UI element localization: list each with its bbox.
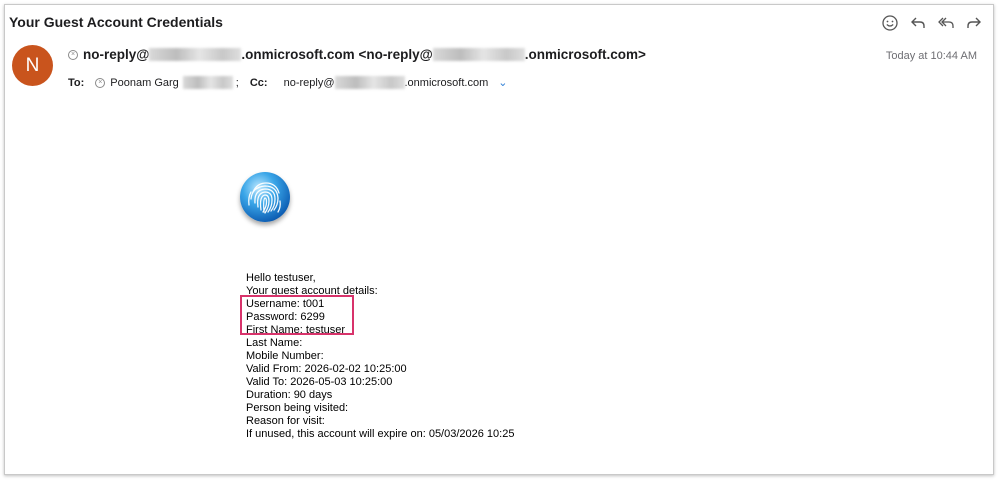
remove-sender-icon[interactable]: × [68, 49, 78, 60]
body-line: Hello testuser, [246, 272, 316, 284]
recipient-separator: ; [235, 76, 239, 89]
chevron-down-icon[interactable]: ⌄ [498, 76, 507, 89]
email-date: Today at 10:44 AM [885, 50, 977, 62]
forward-icon[interactable] [965, 14, 983, 32]
body-line: Person being visited: [246, 402, 349, 414]
cc-prefix[interactable]: no-reply@ [284, 77, 335, 89]
redacted-domain [432, 48, 525, 61]
credentials-highlight-box [240, 295, 354, 335]
cc-label: Cc: [249, 76, 268, 89]
sender-address-close: .onmicrosoft.com> [524, 47, 646, 62]
redacted-domain [334, 76, 405, 89]
reply-icon[interactable] [909, 14, 927, 32]
message-actions [881, 14, 983, 32]
redacted-domain [149, 48, 242, 61]
recipients-line: To: × Poonam Garg ; Cc: no-reply@ .onmic… [68, 76, 507, 89]
remove-recipient-icon[interactable]: × [95, 77, 106, 88]
body-line: If unused, this account will expire on: … [246, 428, 515, 440]
sender-address-open: <no-reply@ [354, 47, 433, 62]
smiley-icon[interactable] [881, 14, 899, 32]
sender-line[interactable]: × no-reply@ .onmicrosoft.com <no-reply@ … [68, 47, 646, 62]
sender-avatar: N [12, 45, 53, 86]
body-line: Valid To: 2026-05-03 10:25:00 [246, 376, 393, 388]
fingerprint-logo [240, 172, 290, 222]
cc-domain[interactable]: .onmicrosoft.com [405, 77, 489, 89]
sender-domain: .onmicrosoft.com [241, 47, 355, 62]
reply-all-icon[interactable] [937, 14, 955, 32]
redacted-email [182, 76, 233, 89]
sender-prefix: no-reply@ [83, 47, 150, 62]
body-line: Valid From: 2026-02-02 10:25:00 [246, 363, 407, 375]
body-line: Last Name: [246, 337, 303, 349]
to-label: To: [68, 76, 85, 89]
to-recipient[interactable]: Poonam Garg [110, 77, 178, 89]
body-line: Duration: 90 days [246, 389, 333, 401]
body-line: Mobile Number: [246, 350, 324, 362]
body-line: Reason for visit: [246, 415, 325, 427]
email-subject: Your Guest Account Credentials [9, 14, 223, 30]
